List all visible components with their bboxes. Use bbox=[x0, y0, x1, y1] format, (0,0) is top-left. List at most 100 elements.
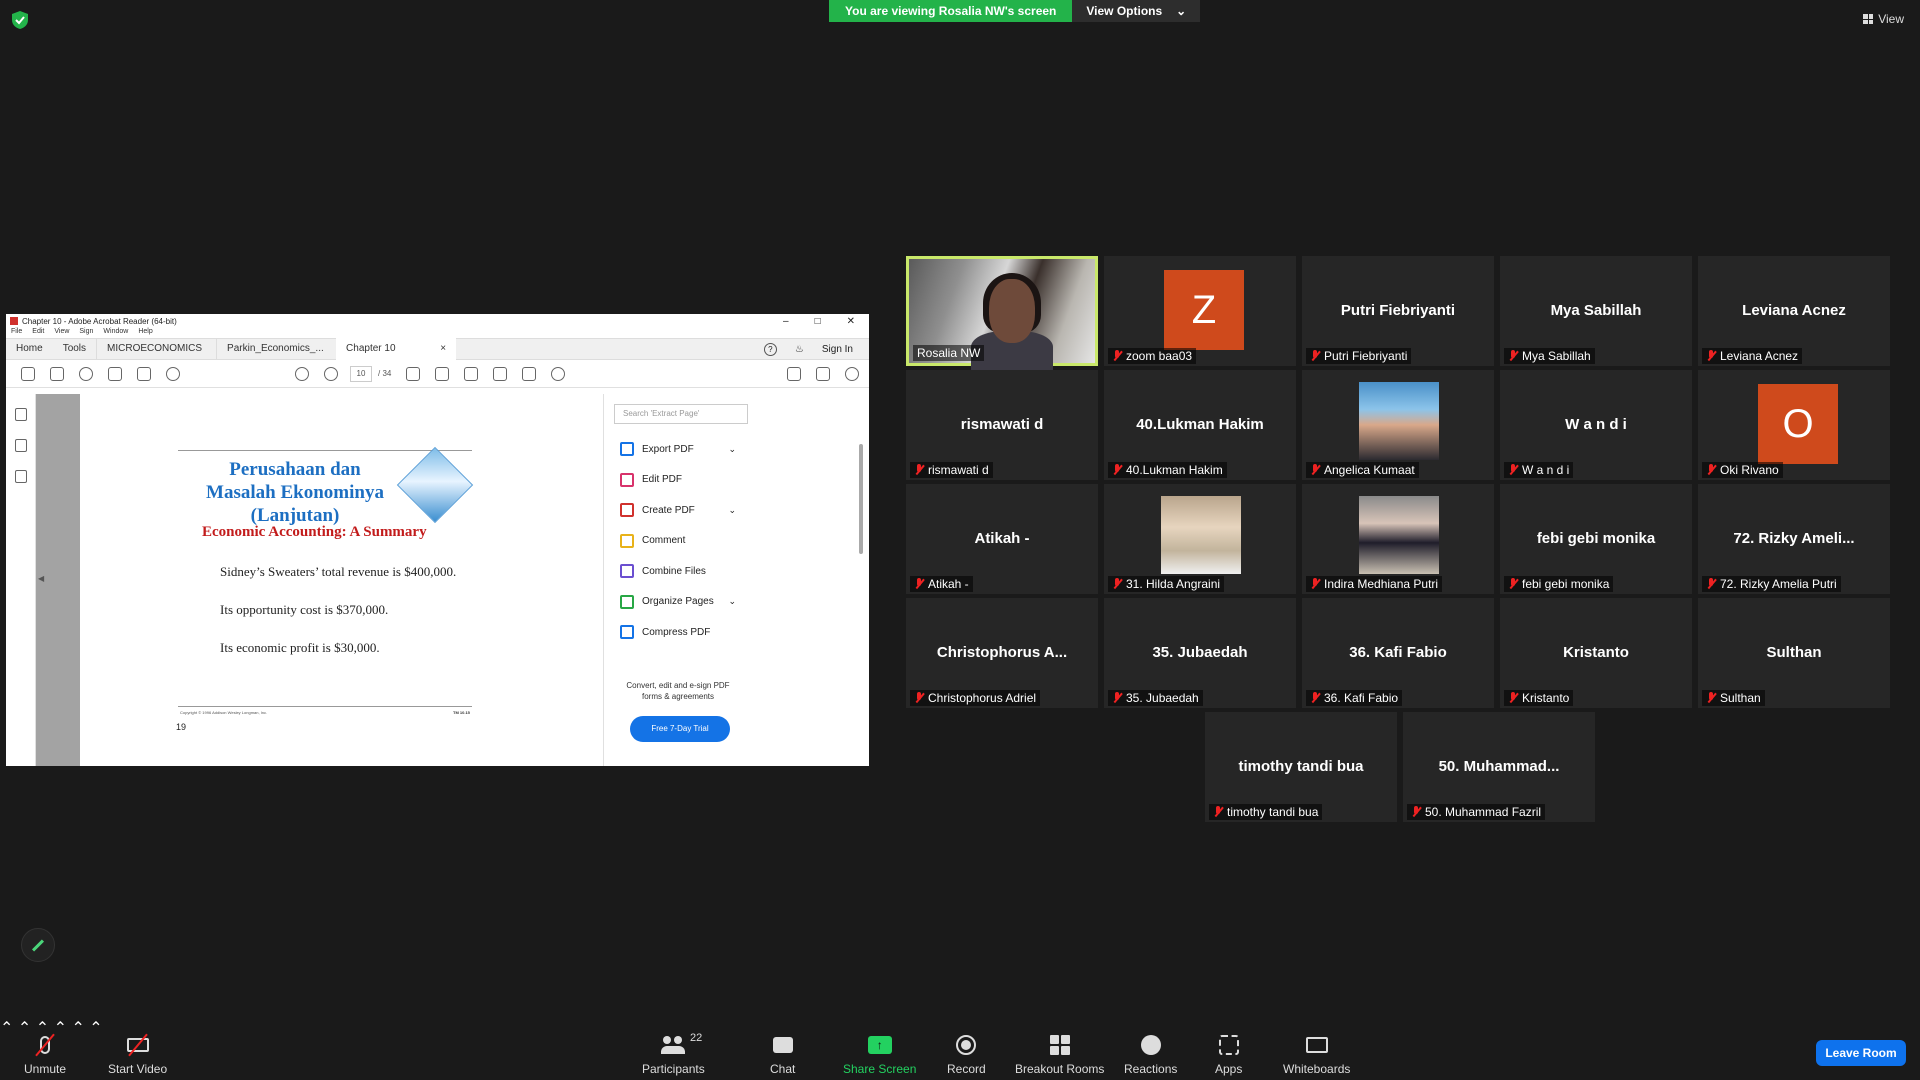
stamp-icon[interactable] bbox=[493, 366, 508, 381]
maximize-icon[interactable]: □ bbox=[815, 316, 821, 327]
account-icon[interactable] bbox=[845, 366, 859, 381]
highlight-pen-icon[interactable] bbox=[435, 366, 450, 381]
page-up-icon[interactable] bbox=[295, 366, 309, 381]
participant-tile[interactable]: 72. Rizky Ameli... 72. Rizky Amelia Putri bbox=[1698, 484, 1890, 594]
tool-item-compress-pdf[interactable]: Compress PDF bbox=[620, 617, 736, 648]
participant-tile[interactable]: Rosalia NW bbox=[906, 256, 1098, 371]
participant-tile[interactable]: Zzoom baa03 bbox=[1104, 256, 1296, 366]
muted-microphone-icon bbox=[1508, 350, 1518, 362]
bookmark-icon[interactable] bbox=[14, 439, 27, 452]
save-icon[interactable] bbox=[21, 366, 35, 381]
participants-button[interactable]: 22 Participants bbox=[642, 1032, 705, 1076]
tab-microeconomics[interactable]: MICROECONOMICS bbox=[96, 338, 216, 360]
view-button[interactable]: View bbox=[1863, 12, 1904, 26]
chevron-down-icon[interactable]: ⌄ bbox=[728, 444, 736, 455]
viewing-screen-label: You are viewing Rosalia NW's screen bbox=[829, 0, 1073, 22]
leave-room-button[interactable]: Leave Room bbox=[1816, 1040, 1906, 1066]
muted-microphone-icon bbox=[914, 464, 924, 476]
start-video-button[interactable]: Start Video bbox=[108, 1033, 167, 1076]
whiteboards-button[interactable]: Whiteboards bbox=[1283, 1034, 1350, 1076]
tab-chapter-10[interactable]: Chapter 10 × bbox=[336, 338, 457, 360]
rotate-icon[interactable] bbox=[551, 366, 566, 381]
whiteboard-options-caret-icon[interactable]: ⌃ bbox=[89, 1020, 102, 1037]
participant-tile[interactable]: Christophorus A... Christophorus Adriel bbox=[906, 598, 1098, 708]
comment-icon[interactable] bbox=[406, 366, 421, 381]
combine-files-icon bbox=[620, 564, 634, 579]
participant-tile[interactable]: timothy tandi bua timothy tandi bua bbox=[1205, 712, 1397, 822]
audio-options-caret-icon[interactable]: ⌃ bbox=[0, 1020, 13, 1037]
mail-icon[interactable] bbox=[816, 366, 830, 381]
pages-icon[interactable] bbox=[14, 408, 27, 421]
menu-window[interactable]: Window bbox=[103, 328, 128, 338]
unmute-button[interactable]: Unmute bbox=[24, 1033, 66, 1076]
sign-icon[interactable] bbox=[787, 366, 801, 381]
collapse-left-icon[interactable]: ◀ bbox=[38, 574, 44, 583]
tool-item-export-pdf[interactable]: Export PDF ⌄ bbox=[620, 434, 736, 465]
participant-tile[interactable]: 36. Kafi Fabio 36. Kafi Fabio bbox=[1302, 598, 1494, 708]
draw-icon[interactable] bbox=[464, 366, 479, 381]
participant-tile[interactable]: O Oki Rivano bbox=[1698, 370, 1890, 480]
tool-item-create-pdf[interactable]: Create PDF ⌄ bbox=[620, 495, 736, 526]
tools-scrollbar[interactable] bbox=[859, 444, 863, 554]
apps-options-caret-icon[interactable]: ⌃ bbox=[71, 1020, 84, 1037]
participant-tile[interactable]: W a n d i W a n d i bbox=[1500, 370, 1692, 480]
menu-view[interactable]: View bbox=[54, 328, 69, 338]
participant-tile[interactable]: febi gebi monika febi gebi monika bbox=[1500, 484, 1692, 594]
chevron-down-icon[interactable]: ⌄ bbox=[728, 505, 736, 516]
participant-tile[interactable]: Putri Fiebriyanti Putri Fiebriyanti bbox=[1302, 256, 1494, 366]
menu-edit[interactable]: Edit bbox=[32, 328, 44, 338]
menu-sign[interactable]: Sign bbox=[79, 328, 93, 338]
tools-search-input[interactable]: Search 'Extract Page' bbox=[614, 404, 748, 424]
participant-tile[interactable]: Sulthan Sulthan bbox=[1698, 598, 1890, 708]
zoom-search-icon[interactable] bbox=[166, 366, 180, 381]
tab-tools[interactable]: Tools bbox=[53, 338, 96, 360]
participant-tile[interactable]: Atikah - Atikah - bbox=[906, 484, 1098, 594]
menu-help[interactable]: Help bbox=[138, 328, 152, 338]
participant-tile[interactable]: 40.Lukman Hakim 40.Lukman Hakim bbox=[1104, 370, 1296, 480]
annotate-button[interactable] bbox=[21, 928, 55, 962]
record-button[interactable]: Record bbox=[947, 1034, 986, 1076]
chat-button[interactable]: Chat bbox=[770, 1034, 795, 1076]
tool-item-comment[interactable]: Comment bbox=[620, 526, 736, 557]
participant-tile[interactable]: 35. Jubaedah 35. Jubaedah bbox=[1104, 598, 1296, 708]
reactions-button[interactable]: Reactions bbox=[1124, 1034, 1177, 1076]
document-area[interactable]: ◀ Perusahaan dan Masalah Ekonominya (Lan… bbox=[36, 394, 636, 766]
breakout-rooms-button[interactable]: Breakout Rooms bbox=[1015, 1034, 1104, 1076]
star-icon[interactable] bbox=[50, 366, 64, 381]
tool-item-organize-pages[interactable]: Organize Pages ⌄ bbox=[620, 587, 736, 618]
print-icon[interactable] bbox=[137, 366, 151, 381]
participant-tile[interactable]: 31. Hilda Angraini bbox=[1104, 484, 1296, 594]
apps-button[interactable]: Apps bbox=[1215, 1034, 1242, 1076]
share-file-icon[interactable] bbox=[108, 366, 122, 381]
page-down-icon[interactable] bbox=[324, 366, 338, 381]
participant-tile[interactable]: rismawati d rismawati d bbox=[906, 370, 1098, 480]
view-options-button[interactable]: View Options ⌄ bbox=[1072, 0, 1201, 22]
participant-tile[interactable]: 50. Muhammad... 50. Muhammad Fazril bbox=[1403, 712, 1595, 822]
shield-icon[interactable] bbox=[12, 11, 28, 29]
participant-tile[interactable]: Leviana Acnez Leviana Acnez bbox=[1698, 256, 1890, 366]
acrobat-titlebar: Chapter 10 - Adobe Acrobat Reader (64-bi… bbox=[6, 314, 869, 328]
tool-item-edit-pdf[interactable]: Edit PDF bbox=[620, 465, 736, 496]
close-icon[interactable]: ✕ bbox=[847, 316, 855, 327]
share-screen-button[interactable]: ↑ Share Screen bbox=[843, 1034, 916, 1076]
sign-in-button[interactable]: Sign In bbox=[822, 344, 853, 355]
free-trial-button[interactable]: Free 7-Day Trial bbox=[630, 716, 730, 742]
participant-tile[interactable]: Indira Medhiana Putri bbox=[1302, 484, 1494, 594]
delete-icon[interactable] bbox=[522, 366, 537, 381]
tab-home[interactable]: Home bbox=[6, 338, 53, 360]
minimize-icon[interactable]: – bbox=[783, 316, 789, 327]
tab-parkin-economics[interactable]: Parkin_Economics_... bbox=[216, 338, 336, 360]
participant-tile[interactable]: Kristanto Kristanto bbox=[1500, 598, 1692, 708]
help-icon[interactable]: ? bbox=[763, 342, 777, 356]
bell-icon[interactable]: ♨ bbox=[795, 344, 804, 355]
upload-icon[interactable] bbox=[79, 366, 93, 381]
participant-tile[interactable]: Angelica Kumaat bbox=[1302, 370, 1494, 480]
menu-file[interactable]: File bbox=[11, 328, 22, 338]
page-number-input[interactable]: 10 bbox=[350, 365, 372, 382]
tool-item-combine-files[interactable]: Combine Files bbox=[620, 556, 736, 587]
chevron-down-icon[interactable]: ⌄ bbox=[728, 596, 736, 607]
close-tab-icon[interactable]: × bbox=[440, 338, 446, 360]
attachment-icon[interactable] bbox=[14, 470, 27, 483]
shared-screen-acrobat[interactable]: Chapter 10 - Adobe Acrobat Reader (64-bi… bbox=[6, 314, 869, 766]
participant-tile[interactable]: Mya Sabillah Mya Sabillah bbox=[1500, 256, 1692, 366]
